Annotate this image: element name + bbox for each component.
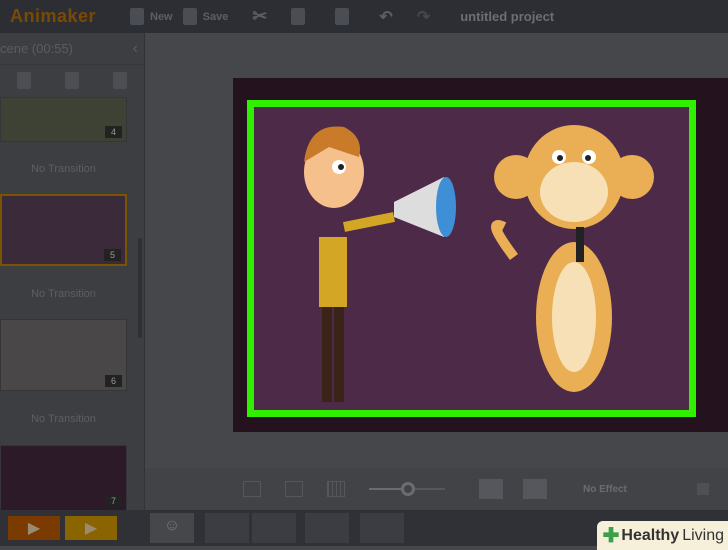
paste-icon xyxy=(335,8,350,25)
transition-label[interactable]: No Transition xyxy=(0,413,127,425)
app-logo: Animaker xyxy=(10,6,97,26)
redo-button[interactable]: ↷ xyxy=(417,7,430,27)
zoom-slider[interactable] xyxy=(369,481,445,497)
tab-people[interactable] xyxy=(360,513,404,543)
scene-thumbnail-selected[interactable]: 5 xyxy=(0,194,127,266)
canvas xyxy=(233,78,728,432)
tab-characters[interactable]: ☺ xyxy=(150,513,194,543)
transition-label[interactable]: No Transition xyxy=(0,288,127,300)
sidebar-scrollbar[interactable] xyxy=(138,238,142,338)
tab-animals[interactable] xyxy=(305,513,349,543)
man-character xyxy=(304,126,456,402)
play-button[interactable] xyxy=(523,479,547,499)
fullscreen-icon[interactable] xyxy=(285,481,303,497)
scene-header: cene (00:55) xyxy=(0,41,73,56)
preview-scene-button[interactable]: ▶ xyxy=(8,516,60,540)
scene-thumbnail[interactable]: 6 xyxy=(0,319,127,391)
copy-button[interactable] xyxy=(291,8,311,25)
cut-button[interactable]: ✂ xyxy=(252,6,267,27)
new-file-icon xyxy=(130,8,144,25)
monkey-character xyxy=(491,125,654,392)
save-icon xyxy=(182,8,197,25)
duplicate-scene-icon[interactable] xyxy=(65,71,79,89)
scene-stage[interactable] xyxy=(247,100,696,417)
collapse-icon[interactable]: ‹ xyxy=(133,40,138,58)
top-toolbar: Animaker New Save ✂ ↶ ↷ untitled project xyxy=(0,0,728,33)
effect-dropdown-icon[interactable] xyxy=(697,483,709,495)
preview-all-button[interactable]: ▶ xyxy=(65,516,117,540)
scene-thumbnail[interactable]: 7 xyxy=(0,445,127,511)
undo-button[interactable]: ↶ xyxy=(379,7,392,27)
play-from-here-button[interactable] xyxy=(479,479,503,499)
scene-sidebar: cene (00:55) ‹ 4 No Transition 5 No Trans… xyxy=(0,33,145,511)
tab-props[interactable] xyxy=(205,513,249,543)
new-button[interactable]: New xyxy=(130,8,173,25)
paste-button[interactable] xyxy=(335,8,355,25)
tab-backgrounds[interactable] xyxy=(252,513,296,543)
add-scene-icon[interactable] xyxy=(17,71,31,89)
scene-thumbnail[interactable]: 4 xyxy=(0,97,127,142)
save-button[interactable]: Save xyxy=(182,8,228,25)
transition-label[interactable]: No Transition xyxy=(0,163,127,175)
copy-icon xyxy=(291,8,306,25)
characters-illustration xyxy=(304,125,654,402)
delete-scene-icon[interactable] xyxy=(113,71,127,89)
zoom-slider-handle[interactable] xyxy=(401,482,415,496)
center-icon[interactable] xyxy=(243,481,261,497)
stage-controls: No Effect xyxy=(145,468,728,510)
grid-icon[interactable] xyxy=(327,481,345,497)
project-title[interactable]: untitled project xyxy=(460,9,554,24)
effect-label[interactable]: No Effect xyxy=(583,484,693,495)
plus-icon: ✚ xyxy=(602,525,620,547)
